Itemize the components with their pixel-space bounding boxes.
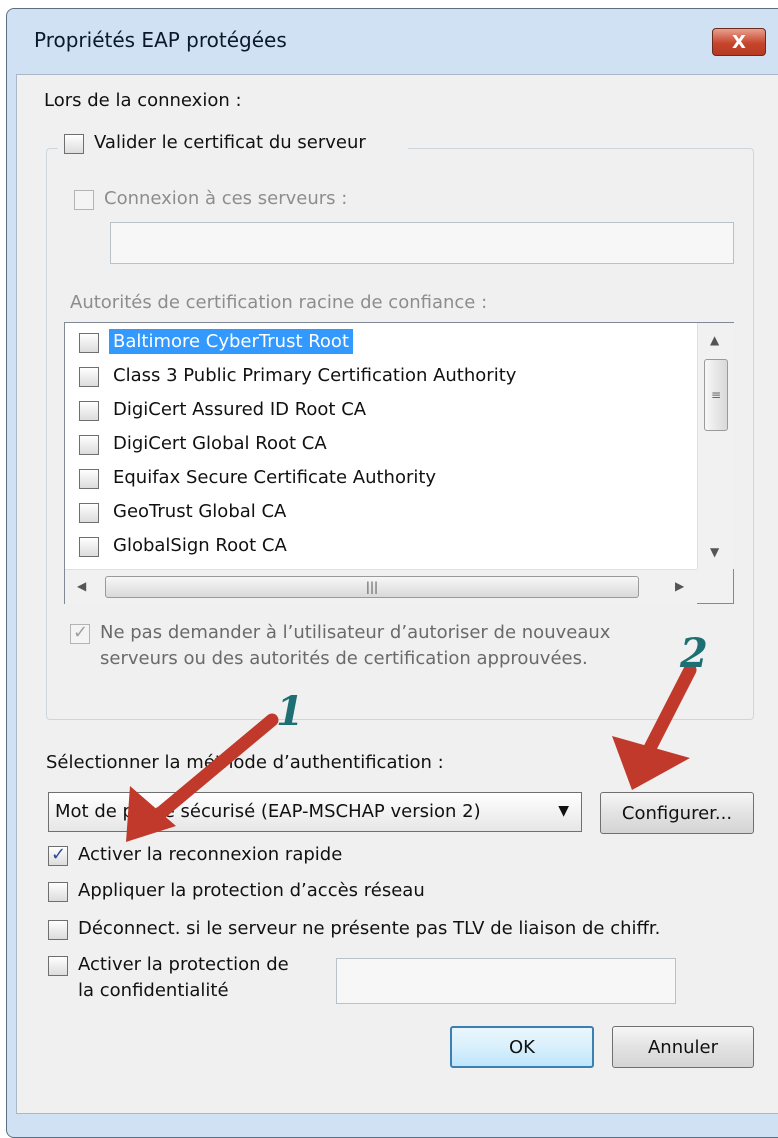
annotation-arrow-1-shaft — [143, 713, 279, 829]
annotation-marker-2: 2 — [680, 630, 708, 677]
annotation-arrow-2-shaft — [641, 663, 697, 759]
annotation-marker-1: 1 — [276, 688, 304, 735]
annotation-arrows — [126, 663, 697, 842]
